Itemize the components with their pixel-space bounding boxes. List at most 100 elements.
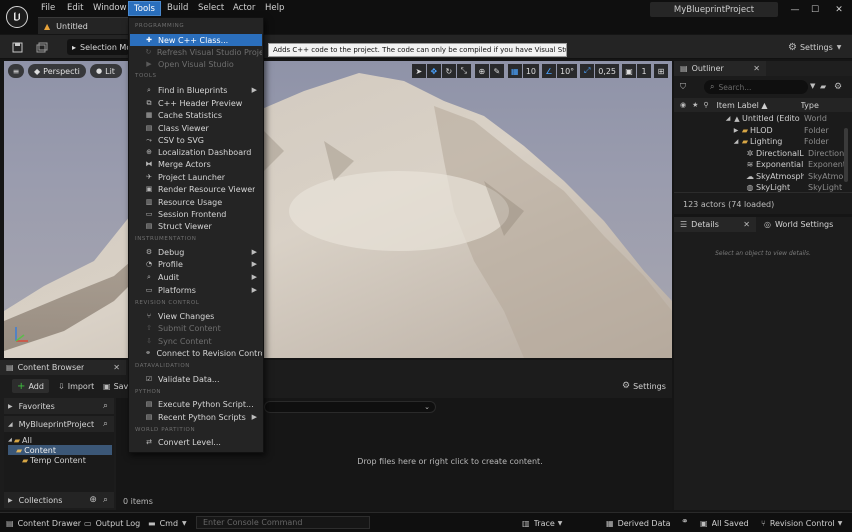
filter-icon[interactable]: ⛉ [680,82,686,92]
menu-item-cache-statistics[interactable]: ▦ Cache Statistics [130,109,262,121]
import-button[interactable]: ⇩ Import [58,379,94,393]
type-column-header[interactable]: Type [801,101,819,110]
menu-item-render-resource-viewer[interactable]: ▣ Render Resource Viewer [130,183,262,195]
save-all-button[interactable]: ▣ Sav [103,379,128,393]
tasks-icon[interactable]: ⚭ [681,517,689,527]
menu-item-recent-python-scripts[interactable]: ▤ Recent Python Scripts ▶ [130,411,262,423]
menu-file[interactable]: File [36,1,60,16]
perspective-button[interactable]: ◆ Perspective [28,64,86,78]
translate-icon[interactable]: ✥ [426,64,441,78]
maximize-icon[interactable]: ☐ [804,2,826,18]
expanded-arrow-icon[interactable]: ◢ [732,138,740,145]
favorites-header[interactable]: ▶ Favorites ⌕ [4,398,114,414]
menu-select[interactable]: Select [193,1,229,16]
level-viewport[interactable]: ≡ ◆ Perspective ● Lit ➤ ✥ ↻ ⤡ ⊕ ✎ ▦ 10 ∠… [4,61,672,358]
add-folder-icon[interactable]: ▰ [820,82,826,91]
content-browser-tab[interactable]: ▤ Content Browser ✕ [0,360,126,375]
tree-item-content[interactable]: ▰ Content [8,445,112,455]
world-settings-tab[interactable]: ◎ World Settings [758,217,852,232]
surface-snap-icon[interactable]: ✎ [489,64,504,78]
pin-icon[interactable]: ⚲ [703,101,708,109]
menu-item-debug[interactable]: ⚙ Debug ▶ [130,246,262,258]
grid-snap-icon[interactable]: ▦ [507,64,522,78]
menu-item-csv-to-svg[interactable]: ⤳ CSV to SVG [130,134,262,146]
camera-speed-icon[interactable]: ▣ [622,64,636,78]
menu-item-refresh-vs-project[interactable]: ↻ Refresh Visual Studio Project [130,46,262,58]
menu-item-struct-viewer[interactable]: ▤ Struct Viewer [130,220,262,232]
menu-item-class-viewer[interactable]: ▤ Class Viewer [130,122,262,134]
star-icon[interactable]: ★ [692,101,698,109]
asset-search-input[interactable]: ⌄ [264,401,436,413]
scale-icon[interactable]: ⤡ [456,64,471,78]
rotation-snap-value[interactable]: 10° [557,64,578,78]
browse-level-icon[interactable] [35,40,49,54]
chevron-down-icon[interactable]: ▼ [810,82,815,90]
outliner-row[interactable]: ≋ ExponentialHe Exponent [674,159,852,171]
minimize-icon[interactable]: — [784,2,806,18]
menu-item-validate-data[interactable]: ☑ Validate Data... [130,373,262,385]
menu-item-profile[interactable]: ◔ Profile ▶ [130,258,262,270]
add-button[interactable]: + Add [12,379,49,393]
outliner-row[interactable]: ✲ DirectionalLig Direction [674,148,852,160]
menu-item-resource-usage[interactable]: ▥ Resource Usage [130,196,262,208]
outliner-row[interactable]: ◢ ▲ Untitled (Editor) World [674,113,852,125]
unreal-logo-icon[interactable] [6,6,28,28]
cb-settings-button[interactable]: ⚙ Settings [622,379,666,393]
menu-build[interactable]: Build [162,1,193,16]
menu-item-project-launcher[interactable]: ✈ Project Launcher [130,171,262,183]
rotation-snap-icon[interactable]: ∠ [542,64,556,78]
menu-item-view-changes[interactable]: ⑂ View Changes [130,310,262,322]
expanded-arrow-icon[interactable]: ◢ [724,115,732,122]
console-command-input[interactable]: Enter Console Command [196,516,370,529]
scale-snap-icon[interactable]: ⤢ [580,64,595,78]
rotate-icon[interactable]: ↻ [441,64,456,78]
close-tab-icon[interactable]: ✕ [753,64,760,73]
menu-item-new-cpp-class[interactable]: ✚ New C++ Class... [130,34,262,46]
menu-item-submit-content[interactable]: ⇧ Submit Content [130,322,262,334]
output-log-button[interactable]: ▭ Output Log [84,516,140,530]
settings-button[interactable]: ⚙ Settings ▼ [788,40,841,54]
revision-control-button[interactable]: ⑂ Revision Control ▼ [761,516,842,530]
menu-item-merge-actors[interactable]: ⧓ Merge Actors [130,158,262,170]
menu-item-cpp-header-preview[interactable]: ⧉ C++ Header Preview [130,97,262,109]
outliner-row[interactable]: ☁ SkyAtmosphe SkyAtmo [674,171,852,183]
scale-snap-value[interactable]: 0,25 [595,64,619,78]
save-all-status-button[interactable]: ▣ All Saved [700,516,749,530]
world-local-icon[interactable]: ⊕ [474,64,489,78]
search-icon[interactable]: ⌕ [103,495,108,505]
grid-snap-value[interactable]: 10 [522,64,539,78]
gear-icon[interactable]: ⚙ [834,82,842,92]
tree-item-temp-content[interactable]: ▰ Temp Content [8,455,86,465]
item-label-column-header[interactable]: Item Label ▲ [717,101,793,110]
collections-header[interactable]: ▶ Collections ⊕ ⌕ [4,492,114,508]
trace-button[interactable]: ▥ Trace ▼ [522,516,562,530]
close-tab-icon[interactable]: ✕ [743,220,750,229]
menu-tools[interactable]: Tools [128,1,161,16]
menu-item-open-vs[interactable]: ▶ Open Visual Studio [130,58,262,70]
add-collection-icon[interactable]: ⊕ [89,495,97,505]
cmd-dropdown[interactable]: ▬ Cmd ▼ [148,516,187,530]
close-tab-icon[interactable]: ✕ [113,363,120,372]
collapsed-arrow-icon[interactable]: ▶ [732,127,740,134]
save-icon[interactable] [10,40,24,54]
search-icon[interactable]: ⌕ [103,401,108,411]
selection-mode-dropdown[interactable]: ▸ Selection Mo [67,39,129,55]
view-mode-button[interactable]: ● Lit [90,64,122,78]
menu-item-find-in-blueprints[interactable]: ⌕ Find in Blueprints ▶ [130,84,262,96]
menu-item-execute-python-script[interactable]: ▤ Execute Python Script... [130,398,262,410]
outliner-scrollbar[interactable] [844,128,848,182]
tree-item-all[interactable]: ◢ ▰ All [8,435,32,445]
menu-item-sync-content[interactable]: ⇩ Sync Content [130,335,262,347]
visibility-column-icon[interactable]: ◉ [680,101,686,109]
details-tab[interactable]: ☰ Details ✕ [674,217,756,232]
maximize-viewport-icon[interactable]: ⊞ [654,64,668,78]
menu-window[interactable]: Window [88,1,132,16]
menu-actor[interactable]: Actor [228,1,260,16]
outliner-search-input[interactable]: ⌕ Search... [704,80,808,94]
outliner-row[interactable]: ◢ ▰ Lighting Folder [674,136,852,148]
derived-data-button[interactable]: ▦ Derived Data [606,516,671,530]
viewport-menu-button[interactable]: ≡ [8,64,24,78]
search-icon[interactable]: ⌕ [103,419,108,429]
menu-item-convert-level[interactable]: ⇄ Convert Level... [130,436,262,448]
select-mode-icon[interactable]: ➤ [411,64,426,78]
